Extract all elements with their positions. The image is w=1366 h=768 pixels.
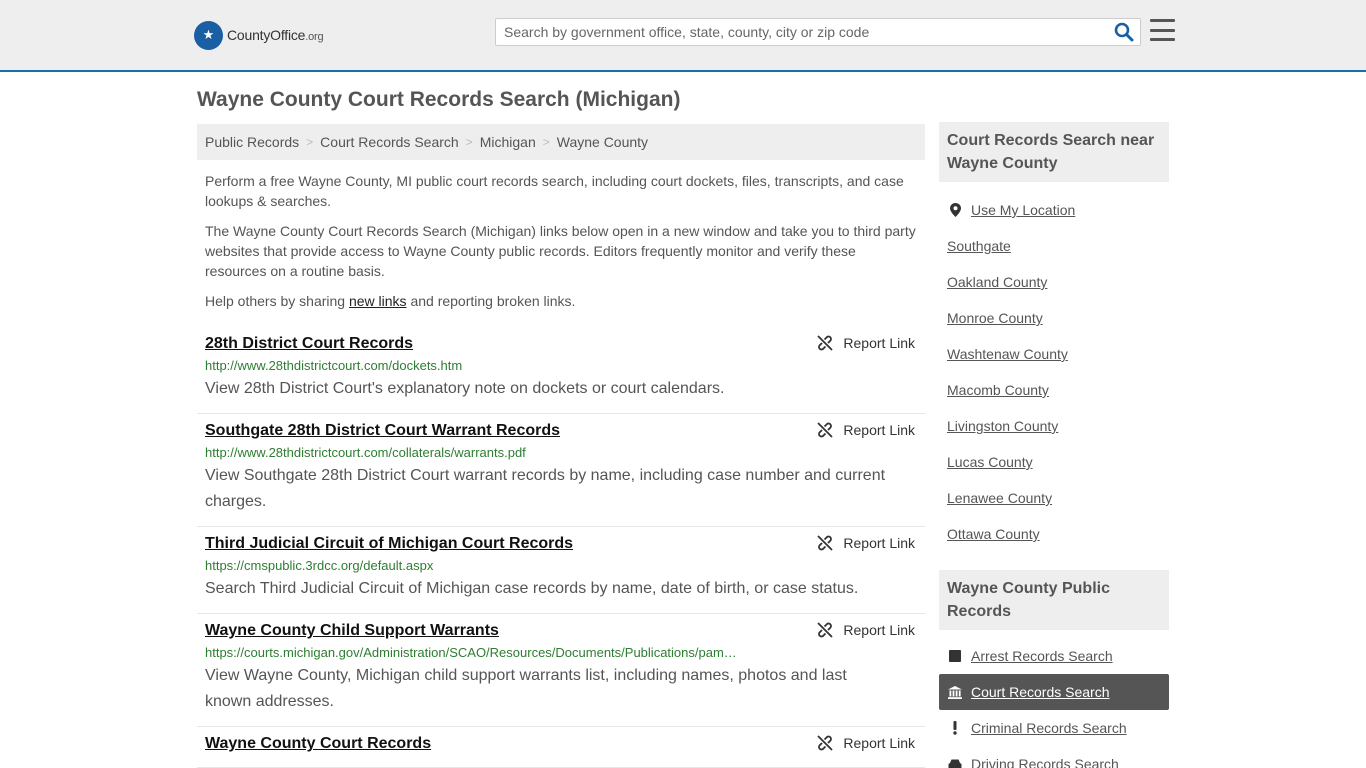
nearby-item: Macomb County <box>939 372 1169 408</box>
nearby-link-lucas-county[interactable]: Lucas County <box>947 454 1033 470</box>
nearby-link-monroe-county[interactable]: Monroe County <box>947 310 1043 326</box>
courthouse-icon <box>947 685 963 699</box>
eagle-logo-icon: ★ <box>194 20 223 50</box>
main-content: Public Records > Court Records Search > … <box>197 124 925 768</box>
nearby-item: Lucas County <box>939 444 1169 480</box>
arrest-records-search-link[interactable]: Arrest Records Search <box>971 648 1113 664</box>
nearby-item: Livingston County <box>939 408 1169 444</box>
record-title-link[interactable]: Southgate 28th District Court Warrant Re… <box>205 419 560 443</box>
report-link-label: Report Link <box>843 335 915 351</box>
breadcrumb-separator: > <box>465 135 473 149</box>
breadcrumb-court-records-search[interactable]: Court Records Search <box>320 134 459 150</box>
report-link-button[interactable]: Report Link <box>817 535 915 551</box>
report-link-label: Report Link <box>843 535 915 551</box>
record-url: https://courts.michigan.gov/Administrati… <box>205 645 737 660</box>
hamburger-menu-icon[interactable] <box>1150 19 1175 41</box>
search-input[interactable] <box>496 19 1096 45</box>
square-icon <box>947 650 963 662</box>
public-records-list: Arrest Records Search Court Records Sear… <box>939 630 1169 768</box>
search-box <box>495 18 1141 46</box>
nearby-link-southgate[interactable]: Southgate <box>947 238 1011 254</box>
nearby-link-oakland-county[interactable]: Oakland County <box>947 274 1047 290</box>
report-link-button[interactable]: Report Link <box>817 622 915 638</box>
nearby-heading: Court Records Search near Wayne County <box>939 122 1169 182</box>
nearby-link-washtenaw-county[interactable]: Washtenaw County <box>947 346 1068 362</box>
record-item: Wayne County Child Support Warrants http… <box>197 614 925 727</box>
nearby-item: Lenawee County <box>939 480 1169 516</box>
breadcrumb-michigan[interactable]: Michigan <box>480 134 536 150</box>
record-url: http://www.28thdistrictcourt.com/collate… <box>205 445 526 460</box>
report-link-button[interactable]: Report Link <box>817 735 915 751</box>
nearby-link-ottawa-county[interactable]: Ottawa County <box>947 526 1040 542</box>
broken-link-icon <box>817 335 834 351</box>
court-records-search-link[interactable]: Court Records Search <box>971 684 1110 700</box>
intro-paragraph-3: Help others by sharing new links and rep… <box>205 293 576 309</box>
record-description: View Southgate 28th District Court warra… <box>205 467 886 510</box>
nearby-list: Use My Location Southgate Oakland County… <box>939 182 1169 570</box>
nearby-link-lenawee-county[interactable]: Lenawee County <box>947 490 1052 506</box>
search-icon <box>1114 22 1134 42</box>
intro-paragraph-1: Perform a free Wayne County, MI public c… <box>205 173 904 209</box>
public-item-criminal-records: Criminal Records Search <box>939 710 1169 746</box>
public-item-arrest-records: Arrest Records Search <box>939 638 1169 674</box>
record-url: https://cmspublic.3rdcc.org/default.aspx <box>205 558 434 573</box>
criminal-records-search-link[interactable]: Criminal Records Search <box>971 720 1127 736</box>
car-icon <box>947 759 963 768</box>
records-list: 28th District Court Records http://www.2… <box>197 327 925 768</box>
record-description: View Wayne County, Michigan child suppor… <box>205 667 847 710</box>
breadcrumb-separator: > <box>542 135 550 149</box>
search-button[interactable] <box>1114 22 1134 42</box>
report-link-label: Report Link <box>843 735 915 751</box>
broken-link-icon <box>817 735 834 751</box>
nearby-item: Ottawa County <box>939 516 1169 552</box>
record-description: Search Third Judicial Circuit of Michiga… <box>205 580 859 597</box>
record-description: View 28th District Court's explanatory n… <box>205 380 725 397</box>
new-links-link[interactable]: new links <box>349 293 407 309</box>
breadcrumb: Public Records > Court Records Search > … <box>197 124 925 160</box>
broken-link-icon <box>817 535 834 551</box>
nearby-item: Oakland County <box>939 264 1169 300</box>
report-link-label: Report Link <box>843 422 915 438</box>
nearby-item: Southgate <box>939 228 1169 264</box>
nearby-item-use-my-location: Use My Location <box>939 192 1169 228</box>
record-item: Wayne County Court Records Report Link <box>197 727 925 768</box>
record-item: 28th District Court Records http://www.2… <box>197 327 925 414</box>
public-records-heading: Wayne County Public Records <box>939 570 1169 630</box>
sidebar: Court Records Search near Wayne County U… <box>939 122 1169 768</box>
broken-link-icon <box>817 622 834 638</box>
record-title-link[interactable]: Third Judicial Circuit of Michigan Court… <box>205 532 573 556</box>
nearby-item: Monroe County <box>939 300 1169 336</box>
broken-link-icon <box>817 422 834 438</box>
driving-records-search-link[interactable]: Driving Records Search <box>971 756 1119 768</box>
site-logo[interactable]: ★ CountyOffice.org <box>194 20 324 50</box>
logo-text: CountyOffice.org <box>227 27 324 43</box>
public-item-court-records: Court Records Search <box>939 674 1169 710</box>
nearby-link-livingston-county[interactable]: Livingston County <box>947 418 1058 434</box>
report-link-button[interactable]: Report Link <box>817 335 915 351</box>
public-item-driving-records: Driving Records Search <box>939 746 1169 768</box>
record-title-link[interactable]: 28th District Court Records <box>205 332 413 356</box>
page-title: Wayne County Court Records Search (Michi… <box>197 88 681 111</box>
report-link-button[interactable]: Report Link <box>817 422 915 438</box>
location-pin-icon <box>947 203 963 217</box>
record-title-link[interactable]: Wayne County Court Records <box>205 732 431 756</box>
site-header: ★ CountyOffice.org <box>0 0 1366 72</box>
record-item: Third Judicial Circuit of Michigan Court… <box>197 527 925 614</box>
record-url: http://www.28thdistrictcourt.com/dockets… <box>205 358 463 373</box>
exclamation-icon <box>947 721 963 735</box>
nearby-item: Washtenaw County <box>939 336 1169 372</box>
report-link-label: Report Link <box>843 622 915 638</box>
breadcrumb-wayne-county: Wayne County <box>556 134 649 150</box>
breadcrumb-separator: > <box>306 135 314 149</box>
intro-text: Perform a free Wayne County, MI public c… <box>197 171 925 311</box>
intro-paragraph-2: The Wayne County Court Records Search (M… <box>205 223 916 279</box>
record-item: Southgate 28th District Court Warrant Re… <box>197 414 925 527</box>
nearby-link-macomb-county[interactable]: Macomb County <box>947 382 1049 398</box>
use-my-location-link[interactable]: Use My Location <box>971 202 1075 218</box>
breadcrumb-public-records[interactable]: Public Records <box>205 134 299 150</box>
record-title-link[interactable]: Wayne County Child Support Warrants <box>205 619 499 643</box>
